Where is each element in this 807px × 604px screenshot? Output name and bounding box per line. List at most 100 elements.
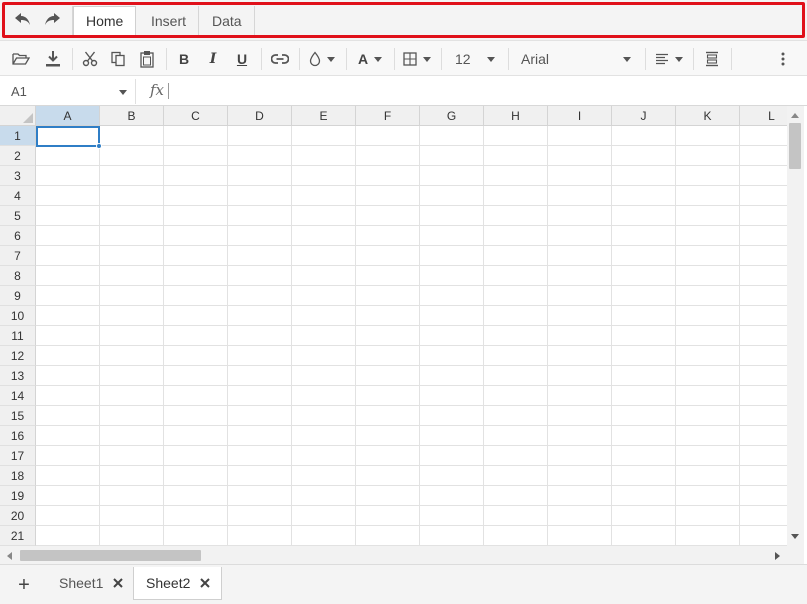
row-header[interactable]: 1 bbox=[0, 126, 36, 146]
underline-button[interactable]: U bbox=[232, 48, 252, 70]
scissors-icon bbox=[82, 51, 98, 67]
row-header[interactable]: 21 bbox=[0, 526, 36, 546]
copy-button[interactable] bbox=[107, 48, 129, 70]
column-header[interactable]: H bbox=[484, 106, 548, 126]
column-header[interactable]: J bbox=[612, 106, 676, 126]
column-header[interactable]: I bbox=[548, 106, 612, 126]
paste-button[interactable] bbox=[136, 48, 158, 70]
row-header[interactable]: 10 bbox=[0, 306, 36, 326]
fill-color-dropdown[interactable] bbox=[306, 48, 338, 70]
fill-handle[interactable] bbox=[96, 143, 102, 149]
close-icon[interactable] bbox=[112, 577, 124, 589]
font-family-dropdown[interactable]: Arial bbox=[517, 48, 635, 70]
scrollbar-corner bbox=[787, 546, 804, 564]
vertical-align-button[interactable] bbox=[701, 48, 723, 70]
add-sheet-button[interactable]: + bbox=[10, 573, 38, 597]
toolbar-separator bbox=[72, 48, 73, 70]
font-size-dropdown[interactable]: 12 bbox=[451, 48, 499, 70]
scroll-up-icon[interactable] bbox=[791, 113, 799, 118]
formula-divider bbox=[168, 83, 169, 99]
row-header[interactable]: 4 bbox=[0, 186, 36, 206]
text-color-label: A bbox=[357, 51, 369, 67]
column-header[interactable]: C bbox=[164, 106, 228, 126]
underline-label: U bbox=[236, 51, 248, 67]
row-header[interactable]: 12 bbox=[0, 346, 36, 366]
name-box[interactable]: A1 bbox=[4, 79, 136, 104]
align-top-icon bbox=[706, 51, 718, 67]
row-header[interactable]: 5 bbox=[0, 206, 36, 226]
row-header[interactable]: 18 bbox=[0, 466, 36, 486]
column-header[interactable]: B bbox=[100, 106, 164, 126]
more-options-button[interactable] bbox=[775, 48, 791, 70]
home-toolbar: B I U A 12 Arial bbox=[0, 40, 807, 76]
cell-area[interactable] bbox=[36, 126, 787, 546]
row-header[interactable]: 17 bbox=[0, 446, 36, 466]
row-header[interactable]: 19 bbox=[0, 486, 36, 506]
spreadsheet-grid[interactable]: ABCDEFGHIJKL 1 2 3 4 5 6 7 8 9 10 11 12 13 14 15 16 17 18… bbox=[0, 106, 787, 546]
download-button[interactable] bbox=[42, 48, 64, 70]
font-size-value: 12 bbox=[455, 51, 471, 67]
chevron-down-icon[interactable] bbox=[119, 90, 127, 95]
row-header[interactable]: 3 bbox=[0, 166, 36, 186]
align-left-icon bbox=[656, 53, 668, 65]
toolbar-separator bbox=[693, 48, 694, 70]
cut-button[interactable] bbox=[79, 48, 101, 70]
toolbar-separator bbox=[261, 48, 262, 70]
sheet-tab-sheet1[interactable]: Sheet1 bbox=[46, 567, 135, 600]
bold-button[interactable]: B bbox=[174, 48, 194, 70]
chevron-down-icon bbox=[374, 56, 383, 62]
scroll-down-icon[interactable] bbox=[791, 534, 799, 539]
row-header[interactable]: 11 bbox=[0, 326, 36, 346]
column-header[interactable]: L bbox=[740, 106, 787, 126]
vertical-scroll-thumb[interactable] bbox=[789, 123, 801, 169]
vertical-scrollbar[interactable] bbox=[787, 106, 804, 546]
bold-label: B bbox=[178, 51, 190, 67]
name-box-value: A1 bbox=[11, 84, 27, 99]
chevron-down-icon bbox=[327, 56, 335, 62]
text-color-dropdown[interactable]: A bbox=[354, 48, 386, 70]
active-cell[interactable] bbox=[36, 126, 100, 147]
chevron-down-icon bbox=[423, 56, 431, 62]
row-header[interactable]: 20 bbox=[0, 506, 36, 526]
row-header[interactable]: 16 bbox=[0, 426, 36, 446]
italic-label: I bbox=[209, 51, 217, 67]
more-vertical-icon bbox=[781, 52, 785, 66]
select-all-corner[interactable] bbox=[0, 106, 36, 126]
row-header[interactable]: 7 bbox=[0, 246, 36, 266]
formula-input[interactable] bbox=[172, 80, 800, 102]
row-header[interactable]: 6 bbox=[0, 226, 36, 246]
formula-bar: A1 fx bbox=[0, 77, 807, 106]
horizontal-scrollbar[interactable] bbox=[0, 546, 787, 564]
toolbar-separator bbox=[166, 48, 167, 70]
align-dropdown[interactable] bbox=[653, 48, 685, 70]
font-family-value: Arial bbox=[521, 51, 550, 67]
sheet-tab-label: Sheet2 bbox=[146, 575, 191, 591]
row-header[interactable]: 13 bbox=[0, 366, 36, 386]
link-icon bbox=[271, 54, 289, 64]
row-header[interactable]: 9 bbox=[0, 286, 36, 306]
close-icon[interactable] bbox=[199, 577, 211, 589]
column-header[interactable]: K bbox=[676, 106, 740, 126]
row-header[interactable]: 14 bbox=[0, 386, 36, 406]
scroll-left-icon[interactable] bbox=[7, 552, 12, 560]
row-header[interactable]: 2 bbox=[0, 146, 36, 166]
hyperlink-button[interactable] bbox=[268, 48, 292, 70]
border-grid-icon bbox=[403, 52, 417, 66]
horizontal-scroll-thumb[interactable] bbox=[20, 550, 201, 561]
scroll-right-icon[interactable] bbox=[775, 552, 780, 560]
column-header[interactable]: A bbox=[36, 106, 100, 126]
column-header[interactable]: F bbox=[356, 106, 420, 126]
column-headers: ABCDEFGHIJKL bbox=[36, 106, 787, 126]
italic-button[interactable]: I bbox=[203, 48, 223, 70]
sheet-tab-label: Sheet1 bbox=[59, 575, 104, 591]
column-header[interactable]: D bbox=[228, 106, 292, 126]
borders-dropdown[interactable] bbox=[401, 48, 433, 70]
sheet-tab-sheet2[interactable]: Sheet2 bbox=[133, 567, 223, 600]
row-header[interactable]: 8 bbox=[0, 266, 36, 286]
clipboard-icon bbox=[140, 51, 154, 68]
column-header[interactable]: E bbox=[292, 106, 356, 126]
fx-icon: fx bbox=[150, 81, 165, 99]
open-button[interactable] bbox=[10, 48, 32, 70]
row-header[interactable]: 15 bbox=[0, 406, 36, 426]
column-header[interactable]: G bbox=[420, 106, 484, 126]
